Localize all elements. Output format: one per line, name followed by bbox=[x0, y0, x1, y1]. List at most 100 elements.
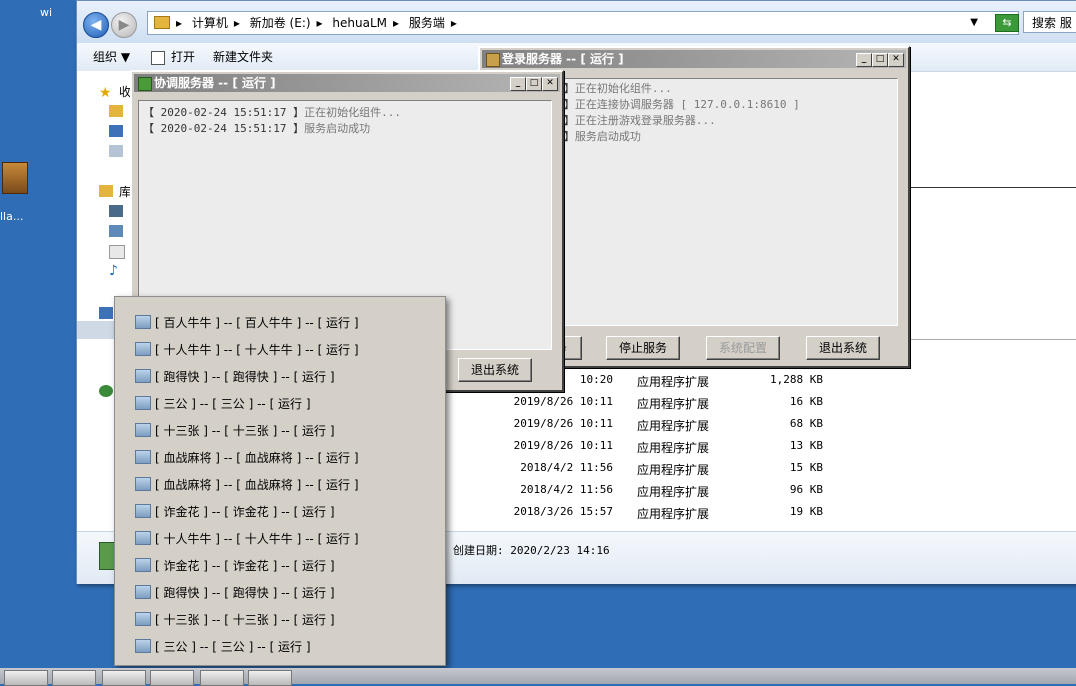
server-icon bbox=[135, 558, 151, 572]
server-icon bbox=[135, 369, 151, 383]
search-input[interactable]: 搜索 服 bbox=[1023, 11, 1076, 33]
server-icon bbox=[138, 77, 152, 91]
folder-icon bbox=[154, 16, 170, 29]
login-server-titlebar[interactable]: 登录服务器 -- [ 运行 ] _ □ ✕ bbox=[482, 50, 906, 68]
game-server-item[interactable]: [ 血战麻将 ] -- [ 血战麻将 ] -- [ 运行 ] bbox=[135, 448, 359, 468]
log-message: 正在连接协调服务器 [ 127.0.0.1:8610 ] bbox=[574, 98, 800, 111]
exit-system-button[interactable]: 退出系统 bbox=[806, 336, 880, 360]
open-button[interactable]: 打开 bbox=[171, 43, 195, 71]
game-server-item[interactable]: [ 诈金花 ] -- [ 诈金花 ] -- [ 运行 ] bbox=[135, 556, 335, 576]
game-server-label: [ 三公 ] -- [ 三公 ] -- [ 运行 ] bbox=[155, 397, 311, 411]
breadcrumb-item[interactable]: 新加卷 (E:) bbox=[250, 16, 311, 30]
taskbar bbox=[0, 668, 1076, 686]
file-size: 68 KB bbox=[789, 417, 823, 430]
file-modified-date: 2019/8/26 10:11 bbox=[513, 439, 613, 452]
server-icon bbox=[135, 423, 151, 437]
game-server-label: [ 血战麻将 ] -- [ 血战麻将 ] -- [ 运行 ] bbox=[155, 478, 359, 492]
system-config-button[interactable]: 系统配置 bbox=[706, 336, 780, 360]
table-row[interactable]: 2018/4/2 11:56 应用程序扩展 15 KB bbox=[513, 461, 873, 483]
server-icon bbox=[135, 450, 151, 464]
file-size: 1,288 KB bbox=[770, 373, 823, 386]
game-server-item[interactable]: [ 跑得快 ] -- [ 跑得快 ] -- [ 运行 ] bbox=[135, 367, 335, 387]
log-message: 正在初始化组件... bbox=[304, 106, 401, 119]
log-message: 正在注册游戏登录服务器... bbox=[574, 114, 716, 127]
file-size: 19 KB bbox=[789, 505, 823, 518]
new-folder-button[interactable]: 新建文件夹 bbox=[213, 43, 273, 71]
file-modified-date: 2018/4/2 11:56 bbox=[520, 461, 613, 474]
exit-system-button[interactable]: 退出系统 bbox=[458, 358, 532, 382]
file-type: 应用程序扩展 bbox=[637, 375, 710, 389]
server-icon bbox=[135, 396, 151, 410]
game-server-item[interactable]: [ 百人牛牛 ] -- [ 百人牛牛 ] -- [ 运行 ] bbox=[135, 313, 359, 333]
close-button[interactable]: ✕ bbox=[888, 53, 904, 67]
file-modified-date: 2019/8/26 10:11 bbox=[513, 417, 613, 430]
desktop-shortcut[interactable] bbox=[0, 160, 40, 208]
coord-server-titlebar[interactable]: 协调服务器 -- [ 运行 ] _ □ ✕ bbox=[134, 74, 560, 92]
file-type: 应用程序扩展 bbox=[637, 419, 710, 433]
stop-service-button[interactable]: 停止服务 bbox=[606, 336, 680, 360]
game-server-item[interactable]: [ 十人牛牛 ] -- [ 十人牛牛 ] -- [ 运行 ] bbox=[135, 340, 359, 360]
game-server-item[interactable]: [ 跑得快 ] -- [ 跑得快 ] -- [ 运行 ] bbox=[135, 583, 335, 603]
divider bbox=[897, 339, 1076, 340]
organize-button[interactable]: 组织 ▼ bbox=[93, 43, 130, 71]
file-type: 应用程序扩展 bbox=[637, 485, 710, 499]
maximize-button[interactable]: □ bbox=[526, 77, 542, 91]
chevron-down-icon[interactable]: ▼ bbox=[970, 12, 978, 34]
game-server-label: [ 十三张 ] -- [ 十三张 ] -- [ 运行 ] bbox=[155, 613, 335, 627]
game-server-label: [ 血战麻将 ] -- [ 血战麻将 ] -- [ 运行 ] bbox=[155, 451, 359, 465]
arrow-right-icon: ▶ bbox=[118, 17, 130, 33]
game-server-item[interactable]: [ 血战麻将 ] -- [ 血战麻将 ] -- [ 运行 ] bbox=[135, 475, 359, 495]
breadcrumb-item[interactable]: 计算机 bbox=[192, 16, 228, 30]
created-date: 创建日期: 2020/2/23 14:16 bbox=[453, 544, 610, 557]
game-server-item[interactable]: [ 诈金花 ] -- [ 诈金花 ] -- [ 运行 ] bbox=[135, 502, 335, 522]
desktop-shortcut-label: lla... bbox=[0, 210, 24, 223]
server-icon bbox=[135, 531, 151, 545]
refresh-button[interactable]: ⇆ bbox=[995, 14, 1019, 32]
close-button[interactable]: ✕ bbox=[542, 77, 558, 91]
table-row[interactable]: 2019/8/26 10:11 应用程序扩展 16 KB bbox=[513, 395, 873, 417]
file-modified-date: 2019/8/26 10:11 bbox=[513, 395, 613, 408]
document-icon bbox=[109, 245, 125, 259]
game-server-label: [ 诈金花 ] -- [ 诈金花 ] -- [ 运行 ] bbox=[155, 559, 335, 573]
back-button[interactable]: ◀ bbox=[83, 12, 109, 38]
breadcrumb-item[interactable]: hehuaLM bbox=[332, 16, 387, 30]
table-row[interactable]: 2018/4/2 11:56 应用程序扩展 96 KB bbox=[513, 483, 873, 505]
minimize-button[interactable]: _ bbox=[856, 53, 872, 67]
server-icon bbox=[135, 585, 151, 599]
minimize-button[interactable]: _ bbox=[510, 77, 526, 91]
file-modified-date: 2018/3/26 15:57 bbox=[513, 505, 613, 518]
video-icon bbox=[109, 205, 123, 217]
server-icon bbox=[135, 612, 151, 626]
coord-server-title: 协调服务器 -- [ 运行 ] bbox=[154, 76, 276, 90]
game-server-item[interactable]: [ 三公 ] -- [ 三公 ] -- [ 运行 ] bbox=[135, 394, 311, 414]
game-server-item[interactable]: [ 三公 ] -- [ 三公 ] -- [ 运行 ] bbox=[135, 637, 311, 657]
server-icon bbox=[135, 342, 151, 356]
address-input[interactable]: ▸ 计算机 ▸ 新加卷 (E:) ▸ hehuaLM ▸ 服务端 ▸ ▼ bbox=[147, 11, 1019, 35]
file-type: 应用程序扩展 bbox=[637, 441, 710, 455]
arrow-left-icon: ◀ bbox=[90, 17, 102, 33]
file-size: 16 KB bbox=[789, 395, 823, 408]
file-type: 应用程序扩展 bbox=[637, 507, 710, 521]
game-server-item[interactable]: [ 十三张 ] -- [ 十三张 ] -- [ 运行 ] bbox=[135, 421, 335, 441]
recent-icon bbox=[109, 145, 123, 157]
table-row[interactable]: 2019/8/26 10:11 应用程序扩展 13 KB bbox=[513, 439, 873, 461]
game-server-list: [ 百人牛牛 ] -- [ 百人牛牛 ] -- [ 运行 ] [ 十人牛牛 ] -… bbox=[114, 296, 446, 666]
file-type: 应用程序扩展 bbox=[637, 397, 710, 411]
table-row[interactable]: 2019/8/26 10:11 应用程序扩展 68 KB bbox=[513, 417, 873, 439]
maximize-button[interactable]: □ bbox=[872, 53, 888, 67]
breadcrumb-item[interactable]: 服务端 bbox=[409, 16, 445, 30]
desktop-icon bbox=[109, 125, 123, 137]
log-message: 服务启动成功 bbox=[574, 130, 641, 143]
table-row[interactable]: 10:20 应用程序扩展 1,288 KB bbox=[513, 373, 873, 395]
address-bar-area: ◀ ▶ ▸ 计算机 ▸ 新加卷 (E:) ▸ hehuaLM ▸ 服务端 ▸ ▼ ⇆ 搜… bbox=[77, 1, 1076, 43]
game-server-item[interactable]: [ 十人牛牛 ] -- [ 十人牛牛 ] -- [ 运行 ] bbox=[135, 529, 359, 549]
forward-button[interactable]: ▶ bbox=[111, 12, 137, 38]
file-type: 应用程序扩展 bbox=[637, 463, 710, 477]
game-server-item[interactable]: [ 十三张 ] -- [ 十三张 ] -- [ 运行 ] bbox=[135, 610, 335, 630]
log-message: 服务启动成功 bbox=[304, 122, 371, 135]
key-icon bbox=[486, 53, 500, 67]
game-server-label: [ 三公 ] -- [ 三公 ] -- [ 运行 ] bbox=[155, 640, 311, 654]
log-message: 正在初始化组件... bbox=[574, 82, 672, 95]
open-icon bbox=[151, 51, 165, 65]
table-row[interactable]: 2018/3/26 15:57 应用程序扩展 19 KB bbox=[513, 505, 873, 527]
